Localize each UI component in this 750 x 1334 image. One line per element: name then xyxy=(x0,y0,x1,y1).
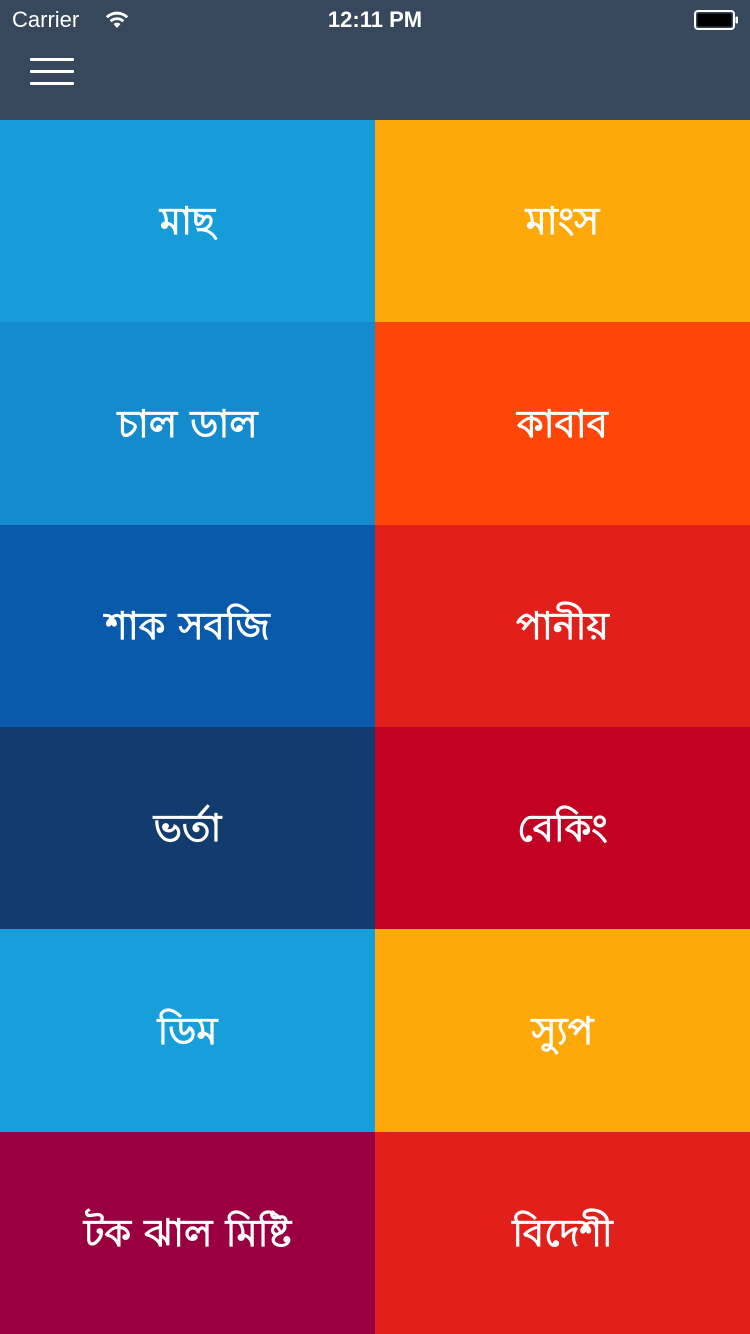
category-tile-foreign[interactable]: বিদেশী xyxy=(375,1132,750,1334)
category-label: বিদেশী xyxy=(512,1211,613,1255)
category-label: টক ঝাল মিষ্টি xyxy=(83,1211,292,1255)
category-tile-baking[interactable]: বেকিং xyxy=(375,727,750,929)
battery-icon xyxy=(694,10,738,30)
category-tile-sweet-sour-spicy[interactable]: টক ঝাল মিষ্টি xyxy=(0,1132,375,1334)
category-grid: মাছ মাংস চাল ডাল কাবাব শাক সবজি পানীয় ভ… xyxy=(0,120,750,1334)
hamburger-menu-icon[interactable] xyxy=(30,56,74,88)
category-label: মাছ xyxy=(159,199,216,243)
app-screen: Carrier 12:11 PM মাছ মাংস চাল ডাল কাবাব … xyxy=(0,0,750,1334)
category-label: পানীয় xyxy=(516,604,609,648)
category-tile-fish[interactable]: মাছ xyxy=(0,120,375,322)
category-tile-meat[interactable]: মাংস xyxy=(375,120,750,322)
category-tile-rice-lentils[interactable]: চাল ডাল xyxy=(0,322,375,525)
menu-line xyxy=(30,70,74,73)
menu-line xyxy=(30,82,74,85)
category-label: শাক সবজি xyxy=(105,604,270,648)
category-label: স্যুপ xyxy=(531,1008,594,1053)
status-bar: Carrier 12:11 PM xyxy=(0,0,750,40)
top-navigation-bar: Carrier 12:11 PM xyxy=(0,0,750,120)
category-tile-bharta[interactable]: ভর্তা xyxy=(0,727,375,929)
category-tile-drinks[interactable]: পানীয় xyxy=(375,525,750,727)
category-label: চাল ডাল xyxy=(117,401,258,446)
category-tile-kebab[interactable]: কাবাব xyxy=(375,322,750,525)
category-tile-egg[interactable]: ডিম xyxy=(0,929,375,1132)
category-tile-vegetables[interactable]: শাক সবজি xyxy=(0,525,375,727)
category-label: ভর্তা xyxy=(153,806,222,850)
menu-line xyxy=(30,58,74,61)
category-label: কাবাব xyxy=(517,401,608,446)
category-tile-soup[interactable]: স্যুপ xyxy=(375,929,750,1132)
category-label: বেকিং xyxy=(517,806,608,850)
category-label: মাংস xyxy=(525,199,600,243)
status-time: 12:11 PM xyxy=(327,7,423,32)
category-label: ডিম xyxy=(157,1008,218,1053)
